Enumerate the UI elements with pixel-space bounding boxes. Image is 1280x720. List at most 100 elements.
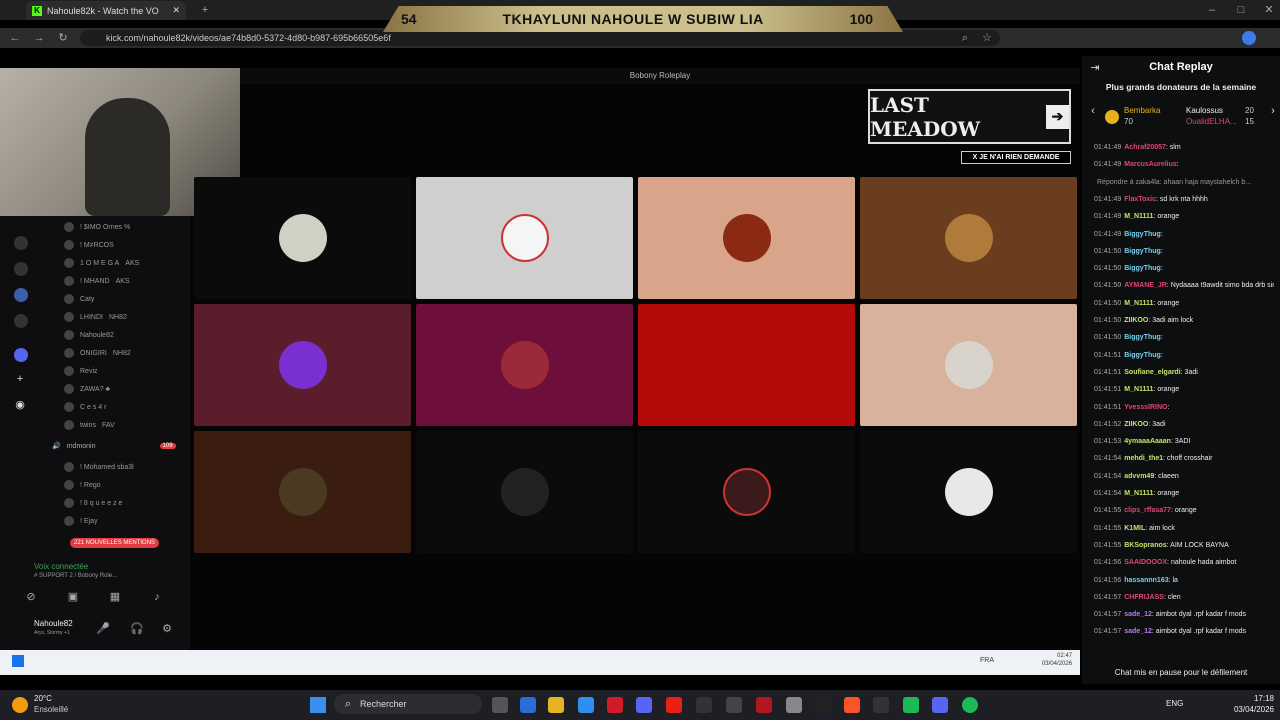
new-mentions-badge[interactable]: 221 NOUVELLES MENTIONS — [70, 538, 160, 548]
participant-tile[interactable] — [416, 304, 633, 426]
member-item[interactable]: Caty — [64, 294, 94, 304]
maximize-icon[interactable]: □ — [1234, 3, 1248, 17]
participant-tile[interactable] — [860, 431, 1077, 553]
member-item[interactable]: Nahoule82 — [64, 330, 114, 340]
member-item[interactable]: ! $IMO Ornes % — [64, 222, 130, 232]
back-icon[interactable]: ← — [8, 31, 22, 45]
message-user[interactable]: BiggyThug — [1124, 231, 1161, 238]
message-user[interactable]: BiggyThug — [1124, 352, 1161, 359]
message-user[interactable]: SAAIDOOOX — [1124, 559, 1167, 566]
message-user[interactable]: FlaxToxic — [1124, 196, 1156, 203]
taskbar-date[interactable]: 03/04/2026 — [1220, 705, 1274, 714]
app-icon[interactable] — [756, 697, 772, 713]
message-user[interactable]: mehdi_the1 — [1124, 455, 1163, 462]
camera-off-icon[interactable]: ⊘ — [24, 590, 38, 604]
app-icon[interactable] — [696, 697, 712, 713]
activities-icon[interactable]: ▦ — [108, 590, 122, 604]
member-item[interactable]: ! Rego — [64, 480, 101, 490]
participant-tile[interactable] — [638, 431, 855, 553]
taskbar-lang[interactable]: ENG — [1166, 699, 1183, 708]
add-server-icon[interactable]: + — [13, 372, 27, 386]
headset-icon[interactable]: 🎧 — [130, 622, 144, 636]
message-user[interactable]: M_N1111 — [1124, 213, 1153, 220]
forward-icon[interactable]: → — [32, 31, 46, 45]
message-user[interactable]: advvm49 — [1124, 473, 1154, 480]
task-view-icon[interactable] — [492, 697, 508, 713]
member-item[interactable]: ! Ejay — [64, 516, 98, 526]
participant-tile[interactable] — [194, 177, 411, 299]
copilot-icon[interactable] — [520, 697, 536, 713]
chat-paused-notice[interactable]: Chat mis en pause pour le défilement — [1082, 664, 1280, 682]
app-icon[interactable] — [815, 697, 831, 713]
member-item[interactable]: ONIGIRI NH82 — [64, 348, 131, 358]
brave-icon[interactable] — [844, 697, 860, 713]
app-icon[interactable] — [726, 697, 742, 713]
chevron-left-icon[interactable]: ‹ — [1088, 104, 1098, 118]
chrome-icon[interactable] — [578, 697, 594, 713]
member-item[interactable]: twins FAV — [64, 420, 115, 430]
participant-tile[interactable] — [860, 304, 1077, 426]
server-icon[interactable] — [14, 348, 28, 362]
browser-tab[interactable]: K Nahoule82k - Watch the VO ✕ — [26, 1, 186, 20]
message-user[interactable]: BiggyThug — [1124, 334, 1161, 341]
message-user[interactable]: MarcusAurelius — [1124, 161, 1177, 168]
new-tab-icon[interactable]: + — [198, 3, 212, 17]
zoom-icon[interactable]: ⌕ — [958, 31, 972, 45]
message-user[interactable]: hassannn163 — [1124, 577, 1168, 584]
message-user[interactable]: BiggyThug — [1124, 265, 1161, 272]
screen-share-icon[interactable]: ▣ — [66, 590, 80, 604]
member-item[interactable]: C e s 4 r — [64, 402, 106, 412]
settings-gear-icon[interactable]: ⚙ — [160, 622, 174, 636]
message-user[interactable]: M_N1111 — [1124, 490, 1153, 497]
message-user[interactable]: sade_12 — [1124, 628, 1152, 635]
obs-icon[interactable] — [786, 697, 802, 713]
member-item[interactable]: 1 O M E G A AKS — [64, 258, 139, 268]
participant-tile[interactable] — [860, 177, 1077, 299]
discord-icon[interactable] — [932, 697, 948, 713]
message-user[interactable]: BKSopranos — [1124, 542, 1166, 549]
taskbar-search[interactable]: Rechercher — [334, 694, 482, 714]
discover-icon[interactable]: ◉ — [13, 398, 27, 412]
close-tab-icon[interactable]: ✕ — [172, 5, 180, 16]
member-item[interactable]: ! MHAND AKS — [64, 276, 130, 286]
minimize-icon[interactable]: – — [1205, 3, 1219, 17]
participant-tile[interactable] — [638, 177, 855, 299]
participant-tile[interactable] — [416, 177, 633, 299]
message-user[interactable]: ZIIKOO — [1124, 421, 1148, 428]
server-icon[interactable] — [14, 262, 28, 276]
server-icon[interactable] — [14, 314, 28, 328]
message-user[interactable]: CHFRIJASS — [1124, 594, 1164, 601]
profile-avatar[interactable] — [1242, 31, 1256, 45]
message-user[interactable]: YvesssIRINO — [1124, 404, 1167, 411]
voice-channel[interactable]: 🔊 mdmonin 109 — [52, 442, 176, 450]
participant-tile[interactable] — [194, 431, 411, 553]
participant-tile[interactable] — [638, 304, 855, 426]
app-icon[interactable] — [903, 697, 919, 713]
teams-icon[interactable] — [636, 697, 652, 713]
member-item[interactable]: ! Mohamed sba3l — [64, 462, 134, 472]
member-item[interactable]: ZAWA? ♣ — [64, 384, 110, 394]
message-user[interactable]: M_N1111 — [1124, 386, 1153, 393]
taskbar-time[interactable]: 17:18 — [1220, 694, 1274, 703]
app-icon[interactable] — [873, 697, 889, 713]
spotify-icon[interactable] — [962, 697, 978, 713]
message-user[interactable]: M_N1111 — [1124, 300, 1153, 307]
message-user[interactable]: BiggyThug — [1124, 248, 1161, 255]
app-icon[interactable] — [607, 697, 623, 713]
server-icon[interactable] — [14, 288, 28, 302]
message-user[interactable]: ZIIKOO — [1124, 317, 1148, 324]
member-item[interactable]: Reviz — [64, 366, 98, 376]
windows-start-icon[interactable] — [310, 697, 326, 713]
member-item[interactable]: ! M≠RCOS — [64, 240, 114, 250]
message-user[interactable]: AYMANE_JR — [1124, 282, 1167, 289]
username[interactable]: Nahoule82 — [34, 619, 73, 628]
windows-start-icon[interactable] — [12, 655, 24, 667]
reload-icon[interactable]: ↻ — [56, 31, 70, 45]
youtube-icon[interactable] — [666, 697, 682, 713]
message-user[interactable]: K1MIL — [1124, 525, 1145, 532]
message-user[interactable]: 4ymaaaAaaan — [1124, 438, 1171, 445]
file-explorer-icon[interactable] — [548, 697, 564, 713]
message-user[interactable]: Soufiane_elgardi — [1124, 369, 1180, 376]
close-window-icon[interactable]: ✕ — [1262, 3, 1276, 17]
participant-tile[interactable] — [416, 431, 633, 553]
